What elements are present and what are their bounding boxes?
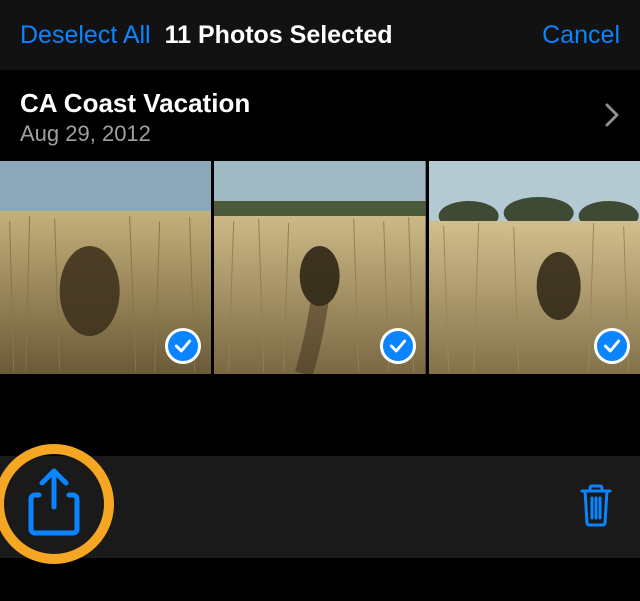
album-date: Aug 29, 2012 [20,121,604,147]
album-title: CA Coast Vacation [20,88,604,119]
photo-thumbnail[interactable] [0,161,211,374]
photo-thumbnail[interactable] [429,161,640,374]
album-header[interactable]: CA Coast Vacation Aug 29, 2012 [0,70,640,161]
photo-grid [0,161,640,374]
selection-checkmark-icon [594,328,630,364]
trash-button[interactable] [578,483,614,532]
selection-title: 11 Photos Selected [165,21,393,50]
bottom-toolbar [0,456,640,558]
cancel-button[interactable]: Cancel [542,21,620,50]
selection-checkmark-icon [380,328,416,364]
photo-thumbnail[interactable] [214,161,425,374]
share-icon [27,467,81,542]
share-button[interactable] [0,444,114,564]
top-bar: Deselect All 11 Photos Selected Cancel [0,0,640,70]
chevron-right-icon [604,102,620,133]
deselect-all-button[interactable]: Deselect All [20,21,151,50]
